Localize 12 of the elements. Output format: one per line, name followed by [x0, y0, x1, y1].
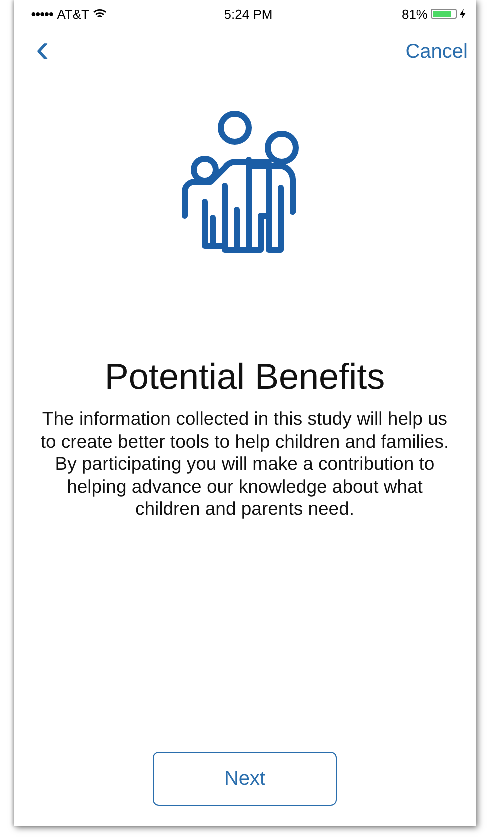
status-time: 5:24 PM [224, 6, 273, 22]
battery-icon [431, 9, 457, 19]
cancel-button[interactable]: Cancel [406, 40, 468, 64]
back-button[interactable]: ‹ [36, 29, 50, 69]
charging-icon [460, 9, 466, 19]
benefits-description: The information collected in this study will help us to create better tools to help children and families. By participating you will make a contribution to helping advance our knowledge about what children and parents need. [40, 408, 450, 520]
next-button[interactable]: Next [153, 752, 337, 806]
page-title: Potential Benefits [104, 356, 386, 398]
signal-dots: ●●●●● [31, 9, 54, 19]
wifi-icon [93, 9, 108, 19]
battery-percent: 81% [402, 6, 428, 22]
carrier: AT&T [57, 6, 90, 22]
